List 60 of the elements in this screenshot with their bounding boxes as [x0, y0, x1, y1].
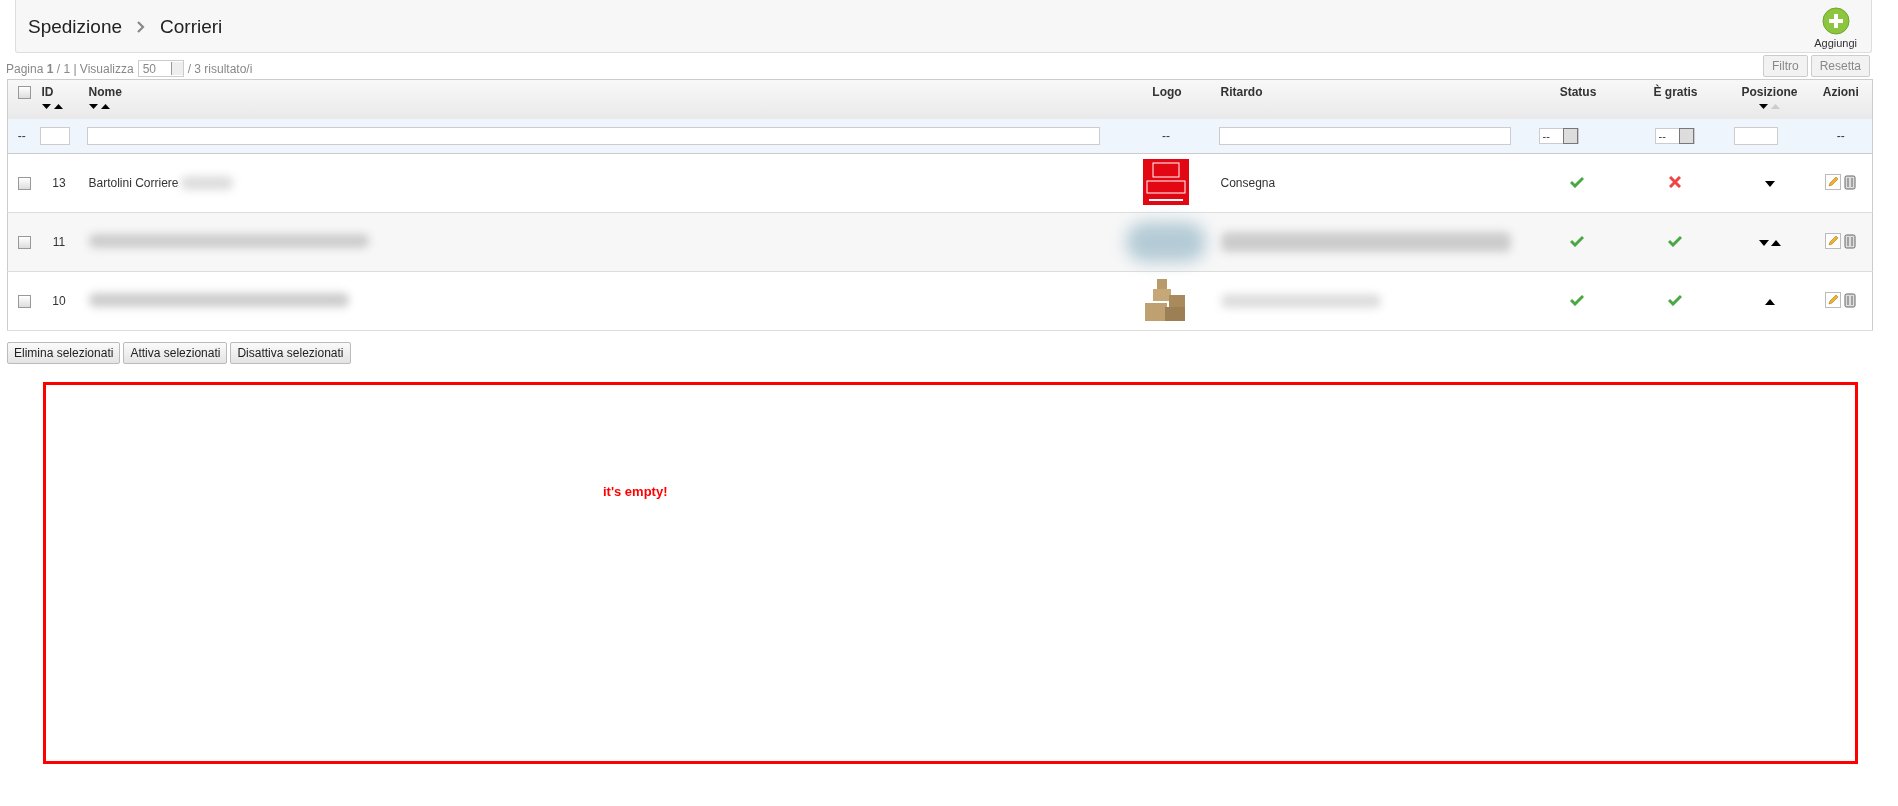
move-up-icon[interactable]: [1764, 299, 1775, 305]
chevron-icon: [136, 21, 147, 33]
free-filter-select[interactable]: --: [1654, 127, 1695, 144]
column-header: Logo: [1152, 85, 1182, 99]
row-checkbox[interactable]: [18, 177, 31, 191]
results-count: / 3 risultato/i: [187, 61, 253, 76]
empty-message: it's empty!: [603, 484, 668, 499]
edit-icon[interactable]: [1825, 291, 1842, 308]
table-row[interactable]: 10: [7, 271, 1873, 331]
dash-text: --: [1162, 128, 1170, 143]
check-icon[interactable]: [1667, 234, 1682, 247]
sort-arrows-icon[interactable]: [88, 102, 111, 110]
cross-icon[interactable]: [1668, 175, 1681, 188]
add-button[interactable]: Aggiungi: [1806, 5, 1865, 51]
trash-icon[interactable]: [1844, 232, 1857, 249]
table-cell: 13: [52, 176, 66, 190]
move-down-icon[interactable]: [1758, 240, 1769, 246]
delay-filter-field[interactable]: [1218, 126, 1511, 145]
row-checkbox[interactable]: [18, 295, 31, 309]
sort-arrows-icon[interactable]: [1758, 102, 1781, 110]
check-icon[interactable]: [1570, 293, 1584, 306]
status-filter-select[interactable]: --: [1538, 127, 1579, 144]
table-row[interactable]: 11: [7, 212, 1873, 272]
column-header: Ritardo: [1220, 85, 1263, 99]
breadcrumb-item[interactable]: Corrieri: [160, 16, 223, 38]
table-cell: 11: [52, 235, 66, 249]
dash-text: --: [1836, 128, 1845, 143]
table-cell: 10: [52, 294, 66, 308]
table-cell: Consegna: [1220, 176, 1276, 190]
trash-icon[interactable]: [1844, 291, 1857, 308]
check-icon[interactable]: [1570, 234, 1584, 247]
trash-icon[interactable]: [1844, 173, 1857, 190]
bulk-action-button[interactable]: Disattiva selezionati: [230, 342, 351, 364]
row-checkbox[interactable]: [18, 236, 31, 250]
name-filter-field[interactable]: [86, 126, 1100, 145]
move-down-icon[interactable]: [1764, 181, 1775, 187]
column-header: È gratis: [1653, 85, 1698, 99]
bulk-action-button[interactable]: Attiva selezionati: [123, 342, 228, 364]
position-filter-field[interactable]: [1733, 126, 1778, 145]
check-icon[interactable]: [1667, 293, 1682, 306]
edit-icon[interactable]: [1825, 232, 1842, 249]
select-all-checkbox[interactable]: [18, 86, 31, 100]
bulk-action-button[interactable]: Elimina selezionati: [7, 342, 121, 364]
column-header: Nome: [88, 85, 122, 99]
column-header: Azioni: [1822, 85, 1859, 99]
move-up-icon[interactable]: [1770, 240, 1781, 246]
pager-text: Pagina 1 / 1 | Visualizza: [6, 61, 134, 76]
edit-icon[interactable]: [1825, 173, 1842, 190]
sort-arrows-icon[interactable]: [41, 102, 64, 110]
per-page-select[interactable]: 50: [137, 60, 184, 77]
dash-text: --: [17, 128, 26, 143]
column-header: Status: [1559, 85, 1597, 99]
table-cell: Bartolini Corriere: [88, 176, 179, 190]
column-header: Posizione: [1741, 85, 1798, 99]
check-icon[interactable]: [1570, 175, 1584, 188]
id-filter-field[interactable]: [39, 126, 70, 145]
plus-icon: [1821, 7, 1850, 35]
column-header: ID: [41, 85, 54, 99]
table-row[interactable]: 13 Bartolini Corriere Consegna: [7, 153, 1873, 213]
breadcrumb-item[interactable]: Spedizione: [28, 16, 123, 38]
